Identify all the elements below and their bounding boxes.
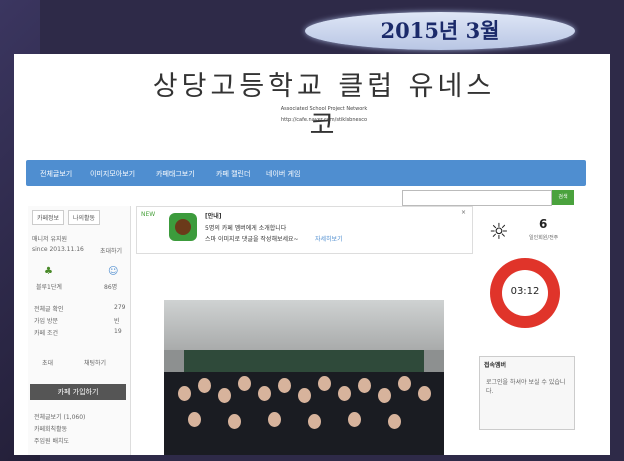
login-message: 로그인을 하셔야 보실 수 있습니다.	[486, 379, 566, 395]
link-all-posts[interactable]: 전체글보기 (1,060)	[34, 412, 85, 421]
clock-time: 03:12	[502, 270, 548, 316]
stat-label-3: 카페 조건	[34, 330, 58, 337]
cafe-screenshot: 상당고등학교 클럽 유네스코 Associated School Project…	[14, 54, 610, 455]
cafe-url[interactable]: http://cafe.naver.com/stiklsbnesco	[214, 117, 434, 123]
notice-line-2: 스마 이미지로 댓글을 작성해보세요~	[205, 236, 299, 243]
ceiling	[164, 300, 444, 350]
stat-label-2: 가입 방문	[34, 318, 58, 325]
menu-item-game[interactable]: 네이버 게임	[266, 169, 300, 179]
weather-count: 6	[539, 217, 548, 231]
slide-title: 2015년 3월	[380, 18, 500, 43]
level-icon: ♣	[44, 266, 53, 277]
menu-item-images[interactable]: 이미지모아보기	[90, 169, 135, 179]
notice-link[interactable]: 자세히보기	[315, 234, 343, 243]
sun-icon: ☼	[489, 220, 509, 245]
students	[164, 372, 444, 455]
notice-box: NEW [안내] 5명의 카페 멤버에게 소개합니다 스마 이미지로 댓글을 작…	[136, 206, 473, 254]
weather-label: 일인회원/전주	[529, 235, 559, 241]
invite-link[interactable]: 초대하기	[100, 246, 122, 255]
app-icon	[169, 213, 197, 241]
cafe-title: 상당고등학교 클럽 유네스코	[152, 71, 496, 141]
level-label: 블루1단계	[36, 284, 62, 291]
menu-item-all-posts[interactable]: 전체글보기	[40, 169, 72, 179]
stat-value-3: 19	[114, 328, 122, 335]
notice-heading: [안내]	[205, 213, 222, 220]
link-seating[interactable]: 주임원 배치도	[34, 436, 69, 445]
cafe-subtitle: Associated School Project Network	[280, 106, 368, 112]
tab-cafe-info[interactable]: 카페정보	[32, 210, 65, 225]
new-badge: NEW	[141, 211, 156, 218]
close-icon[interactable]: ×	[461, 209, 466, 216]
class-photo	[164, 300, 444, 455]
sidebar: 카페정보 나의활동 매니저 유지원 since 2013.11.16 초대하기 …	[28, 206, 131, 455]
invite-button[interactable]: 초대	[42, 358, 53, 367]
stat-label-1: 전체글 확인	[34, 306, 64, 313]
menu-item-tags[interactable]: 카페태그보기	[156, 169, 195, 179]
search-button[interactable]: 검색	[552, 190, 574, 205]
since-date: since 2013.11.16	[32, 246, 84, 253]
clock-widget: 03:12	[490, 258, 560, 328]
manager-name: 매니저 유지원	[32, 236, 68, 243]
members-icon: ☺	[108, 266, 119, 277]
tab-my-activity[interactable]: 나의활동	[68, 210, 101, 225]
stat-value-2: 빈	[114, 318, 120, 325]
search-input[interactable]	[402, 190, 552, 206]
slide-frame: 2015년 3월 상당고등학교 클럽 유네스코 Associated Schoo…	[0, 0, 624, 461]
link-rules[interactable]: 카페회칙활동	[34, 424, 67, 433]
stat-value-1: 279	[114, 304, 126, 311]
member-count: 86명	[104, 284, 118, 291]
chat-button[interactable]: 채팅하기	[84, 358, 106, 367]
login-heading: 접속멤버	[484, 362, 507, 369]
menu-bar: 전체글보기 이미지모아보기 카페태그보기 카페 캘린더 네이버 게임	[26, 160, 586, 186]
notice-line-1: 5명의 카페 멤버에게 소개합니다	[205, 225, 287, 232]
menu-item-calendar[interactable]: 카페 캘린더	[216, 169, 250, 179]
login-box: 접속멤버 로그인을 하셔야 보실 수 있습니다.	[479, 356, 575, 430]
join-cafe-button[interactable]: 카페 가입하기	[30, 384, 126, 400]
